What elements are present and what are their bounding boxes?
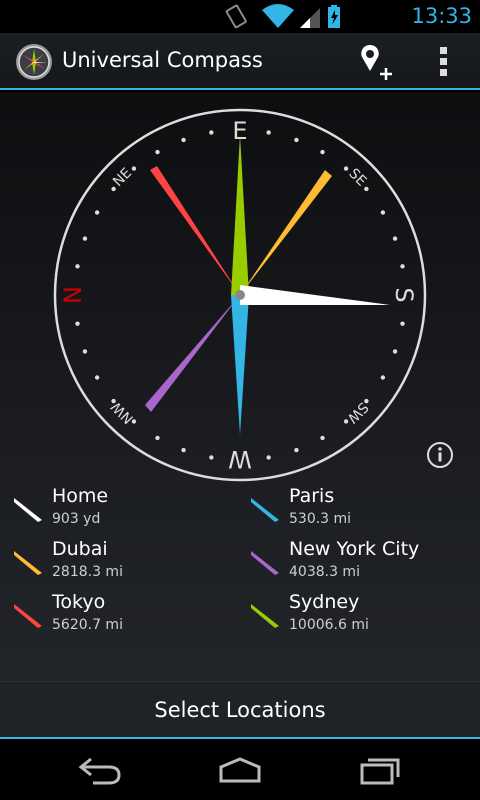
vibrate-icon — [225, 4, 247, 29]
tick-dot — [209, 130, 214, 135]
info-icon[interactable] — [425, 440, 455, 470]
arrow-tokyo-icon — [14, 604, 42, 628]
app-logo-icon[interactable] — [14, 42, 54, 82]
location-distance: 903 yd — [52, 511, 101, 527]
tick-dot — [294, 137, 299, 143]
main-content: N NE E SE S SW W NW Home 903 yd Paris 53… — [0, 92, 480, 737]
compass-svg: N NE E SE S SW W NW — [53, 108, 427, 482]
tick-dot — [209, 455, 214, 460]
arrow-home-icon — [14, 498, 42, 522]
needle-tokyo — [150, 166, 240, 295]
tick-dot — [181, 137, 186, 143]
tick-dot — [266, 130, 271, 135]
status-clock: 13:33 — [411, 4, 472, 28]
tick-dot — [392, 236, 398, 241]
compass-pivot — [235, 290, 245, 300]
needle-nyc — [145, 295, 240, 412]
arrow-dubai-icon — [14, 551, 42, 575]
tick-dot — [400, 321, 405, 326]
label-s: S — [390, 287, 418, 302]
tick-dot — [94, 375, 100, 380]
compass-dial: N NE E SE S SW W NW — [45, 100, 435, 490]
label-w: W — [228, 445, 252, 473]
location-name: Dubai — [52, 538, 108, 560]
arrow-nyc-icon — [251, 551, 279, 575]
app-title: Universal Compass — [62, 48, 263, 72]
tick-dot — [111, 186, 116, 192]
tick-dot — [82, 349, 88, 354]
legend-item-new-york-city[interactable]: New York City 4038.3 mi — [249, 537, 469, 587]
tick-dot — [94, 210, 100, 215]
signal-icon — [300, 8, 320, 28]
label-n: N — [59, 286, 87, 304]
tick-dot — [294, 447, 299, 453]
location-distance: 2818.3 mi — [52, 564, 123, 580]
tick-dot — [320, 149, 325, 155]
tick-dot — [380, 210, 386, 215]
location-name: New York City — [289, 538, 420, 560]
tick-dot — [131, 166, 137, 171]
location-name: Tokyo — [52, 591, 106, 613]
wifi-icon — [262, 4, 294, 28]
tick-dot — [155, 435, 160, 441]
legend-item-home[interactable]: Home 903 yd — [12, 484, 232, 534]
location-name: Paris — [289, 485, 335, 507]
location-name: Sydney — [289, 591, 360, 613]
needle-paris — [231, 295, 249, 435]
select-locations-label: Select Locations — [154, 698, 326, 722]
tick-dot — [364, 186, 369, 192]
status-bar: 13:33 — [0, 0, 480, 33]
navigation-bar — [0, 737, 480, 800]
location-distance: 5620.7 mi — [52, 617, 123, 633]
location-distance: 10006.6 mi — [289, 617, 369, 633]
legend-item-sydney[interactable]: Sydney 10006.6 mi — [249, 590, 469, 640]
tick-dot — [75, 321, 80, 326]
legend-item-tokyo[interactable]: Tokyo 5620.7 mi — [12, 590, 232, 640]
tick-dot — [380, 375, 386, 380]
status-icons — [225, 4, 340, 29]
tick-dot — [400, 264, 405, 269]
arrow-paris-icon — [251, 498, 279, 522]
tick-dot — [343, 166, 349, 171]
legend-item-dubai[interactable]: Dubai 2818.3 mi — [12, 537, 232, 587]
tick-dot — [343, 419, 349, 424]
arrow-sydney-icon — [251, 604, 279, 628]
add-location-icon[interactable] — [356, 41, 396, 81]
label-ne: NE — [110, 165, 135, 190]
tick-dot — [266, 455, 271, 460]
tick-dot — [155, 149, 160, 155]
recent-apps-icon[interactable] — [356, 753, 406, 787]
home-icon[interactable] — [215, 753, 265, 787]
tick-dot — [392, 349, 398, 354]
back-icon[interactable] — [75, 753, 125, 787]
select-locations-button[interactable]: Select Locations — [0, 681, 480, 737]
legend-item-paris[interactable]: Paris 530.3 mi — [249, 484, 469, 534]
battery-icon — [328, 5, 340, 28]
location-distance: 4038.3 mi — [289, 564, 360, 580]
location-name: Home — [52, 485, 109, 507]
tick-dot — [82, 236, 88, 241]
overflow-menu-icon[interactable] — [432, 43, 456, 79]
action-bar: Universal Compass — [0, 33, 480, 90]
tick-dot — [75, 264, 80, 269]
tick-dot — [181, 447, 186, 453]
label-se: SE — [345, 166, 369, 190]
needle-sydney — [231, 135, 249, 295]
location-distance: 530.3 mi — [289, 511, 352, 527]
tick-dot — [320, 435, 325, 441]
needle-home — [240, 285, 390, 305]
needle-dubai — [240, 170, 332, 295]
tick-dot — [111, 398, 116, 404]
